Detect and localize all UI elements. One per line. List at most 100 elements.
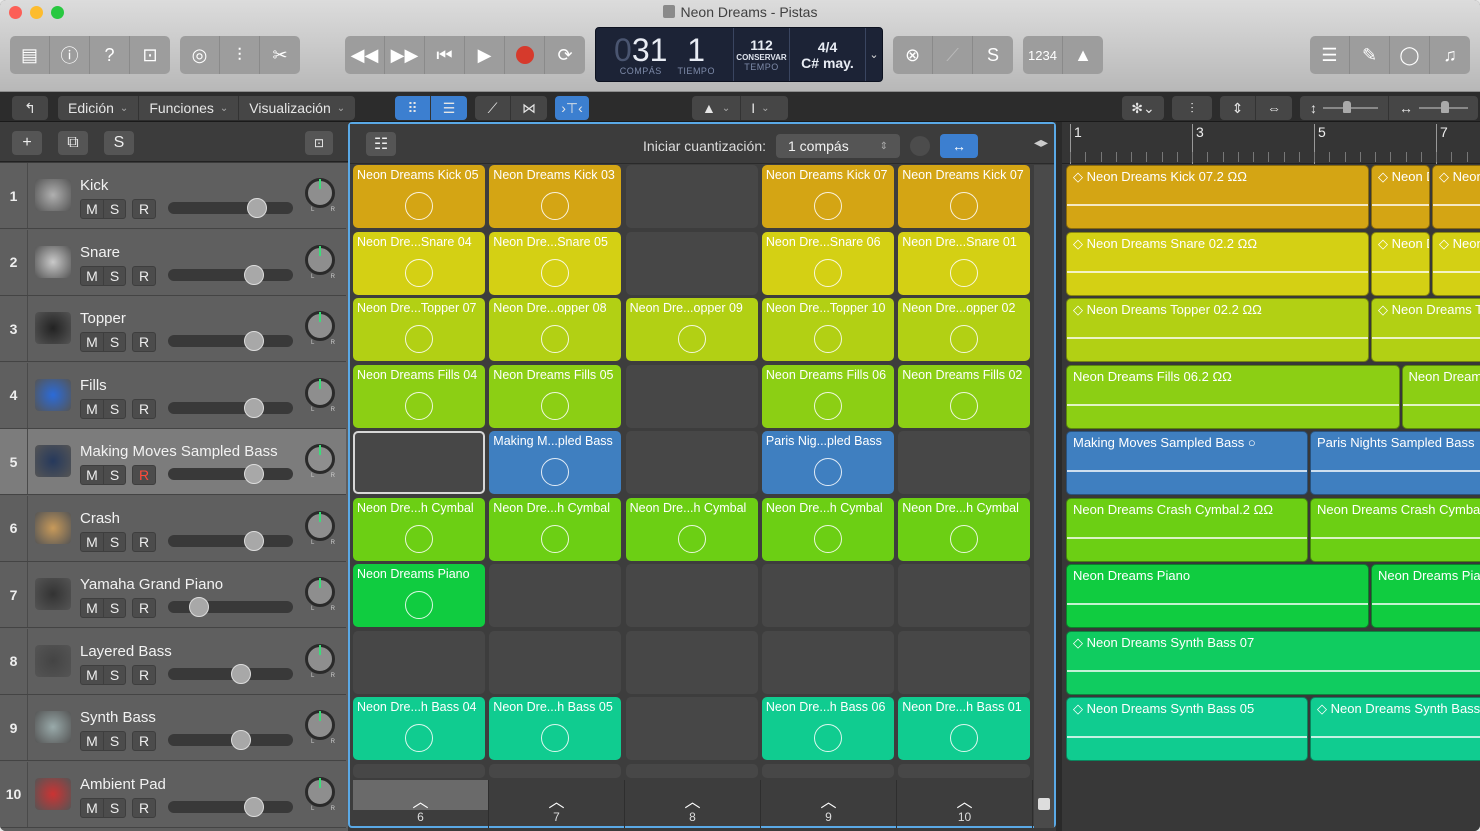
mute-button[interactable]: M [81, 732, 103, 750]
loop-cell[interactable]: Neon Dre...Snare 06 [761, 231, 894, 295]
gear-icon[interactable]: ✻⌄ [1122, 96, 1164, 120]
empty-cell[interactable] [761, 630, 894, 694]
catch-icon[interactable]: ›⊤‹ [555, 96, 589, 120]
volume-slider[interactable] [168, 597, 293, 617]
volume-slider[interactable] [168, 796, 293, 817]
track-region[interactable]: ◇ Neon Dreams Synth Bass 05 [1066, 697, 1308, 761]
loop-cell[interactable]: Neon Dreams Fills 05 [489, 364, 622, 428]
track-header-row[interactable]: 9 Synth Bass MS R LR [0, 695, 346, 761]
duplicate-track-button[interactable]: ⧉ [58, 131, 88, 155]
empty-cell[interactable] [353, 431, 485, 494]
solo-button[interactable]: S [103, 266, 125, 285]
track-header-row[interactable]: 5 Making Moves Sampled Bass MS R LR [0, 429, 346, 495]
count-in-button[interactable]: 1234 [1023, 36, 1063, 74]
track-header-row[interactable]: 2 Snare MS R LR [0, 229, 346, 296]
track-region[interactable]: ◇ Neon Dreams Topper 02.2 ΩΩ [1066, 298, 1369, 362]
track-region[interactable]: ◇ Neon Dreams Synth Bass 07 [1066, 630, 1480, 695]
loop-cell[interactable]: Neon Dreams Kick 07 [761, 165, 894, 228]
scene-trigger[interactable]: ︿ 6 [353, 780, 489, 828]
volume-knob[interactable] [243, 530, 264, 551]
mute-button[interactable]: M [81, 267, 103, 285]
volume-knob[interactable] [243, 264, 264, 285]
smart-controls-icon[interactable]: ⊡ [130, 36, 170, 74]
solo-button[interactable]: S [103, 732, 125, 750]
solo-button[interactable]: S [103, 532, 125, 551]
automation-icon[interactable]: ⟋ [475, 96, 511, 120]
stop-all-icon[interactable] [1038, 798, 1050, 810]
loop-cell[interactable]: Neon Dre...h Bass 05 [489, 697, 622, 760]
scene-trigger[interactable]: ︿ 7 [489, 780, 625, 828]
record-enable-button[interactable]: R [133, 333, 155, 351]
track-region[interactable]: ◇ Neon Dreams Kick 07.2 ΩΩ [1066, 165, 1369, 229]
quantize-select[interactable]: 1 compás ⇕ [776, 134, 900, 158]
track-region[interactable]: Neon Dreams Crash Cymbal [1310, 497, 1480, 562]
queue-stop-button[interactable] [910, 136, 930, 156]
loop-cell[interactable]: Neon Dre...h Bass 04 [353, 697, 485, 760]
empty-cell[interactable] [625, 165, 758, 228]
record-enable-button[interactable]: R [133, 267, 155, 285]
volume-slider[interactable] [168, 464, 293, 484]
mixer-icon[interactable]: ⫶ [220, 36, 260, 74]
volume-slider[interactable] [168, 198, 293, 218]
mute-button[interactable]: M [81, 666, 103, 684]
horizontal-zoom-slider[interactable]: ↔ [1389, 96, 1478, 120]
scene-trigger[interactable]: ︿ 10 [897, 780, 1033, 828]
mute-button[interactable]: M [81, 533, 103, 551]
track-region[interactable]: ◇ Neon Dreams T [1371, 298, 1480, 362]
loop-cell[interactable]: Making M...pled Bass [489, 431, 622, 494]
add-track-button[interactable]: + [12, 131, 42, 155]
record-enable-button[interactable]: R [133, 466, 155, 484]
solo-button[interactable]: S [103, 200, 125, 218]
loop-cell[interactable]: Neon Dreams Fills 06 [761, 364, 894, 428]
split-toggle-icon[interactable]: ◂▸ [1034, 134, 1048, 151]
loop-cell[interactable]: Neon Dre...h Cymbal [898, 497, 1031, 561]
metronome-icon[interactable]: ▲ [1063, 36, 1103, 74]
grid-follow-button[interactable]: ↔ [940, 134, 978, 158]
loop-cell[interactable]: Neon Dreams Piano [353, 564, 485, 627]
help-icon[interactable]: ? [90, 36, 130, 74]
loop-cell[interactable]: Neon Dreams Fills 02 [898, 364, 1031, 428]
replace-icon[interactable]: ⊗ [893, 36, 933, 74]
track-header-row[interactable]: 6 Crash MS R LR [0, 495, 346, 562]
track-header-row[interactable]: 3 Topper MS R LR [0, 296, 346, 362]
mute-button[interactable]: M [81, 799, 103, 817]
mute-button[interactable]: M [81, 599, 103, 617]
volume-knob[interactable] [231, 730, 251, 750]
go-to-start-icon[interactable]: ⏮ [425, 36, 465, 74]
record-icon[interactable] [505, 36, 545, 74]
scissors-icon[interactable]: ✂ [260, 36, 300, 74]
pan-knob[interactable]: LR [305, 776, 335, 812]
cell-inspector-icon[interactable]: ☷ [366, 132, 396, 156]
loop-cell[interactable]: Neon Dre...Topper 10 [761, 298, 894, 361]
record-enable-button[interactable]: R [133, 200, 155, 218]
track-region[interactable]: ◇ Neon Dreams Snare 02.2 ΩΩ [1066, 231, 1369, 296]
track-region[interactable]: ◇ Neon [1432, 165, 1480, 229]
loop-cell[interactable]: Neon Dre...Topper 07 [353, 298, 485, 361]
loop-cell[interactable]: Neon Dreams Kick 07 [898, 165, 1031, 228]
back-button[interactable]: ↰ [12, 96, 48, 120]
empty-cell[interactable] [761, 763, 894, 778]
track-header-row[interactable]: 7 Yamaha Grand Piano MS R LR [0, 562, 346, 628]
empty-cell[interactable] [353, 630, 485, 694]
empty-cell[interactable] [489, 564, 622, 627]
solo-button[interactable]: S [103, 466, 125, 484]
scene-trigger[interactable]: ︿ 8 [625, 780, 761, 828]
loop-cell[interactable]: Neon Dreams Fills 04 [353, 364, 485, 428]
loop-cell[interactable]: Neon Dre...opper 02 [898, 298, 1031, 361]
info-icon[interactable]: ⓘ [50, 36, 90, 74]
vertical-zoom-slider[interactable]: ↕ [1300, 96, 1389, 120]
loop-cell[interactable]: Neon Dreams Kick 05 [353, 165, 485, 228]
loop-cell[interactable]: Neon Dre...h Cymbal [353, 497, 485, 561]
volume-slider[interactable] [168, 331, 293, 351]
track-region[interactable]: Making Moves Sampled Bass ○ [1066, 431, 1308, 495]
empty-cell[interactable] [625, 364, 758, 428]
pan-knob[interactable]: LR [305, 311, 335, 346]
volume-slider[interactable] [168, 663, 293, 684]
volume-slider[interactable] [168, 530, 293, 551]
solo-button[interactable]: S [103, 665, 125, 684]
empty-cell[interactable] [898, 431, 1031, 494]
loop-cell[interactable]: Neon Dre...h Bass 01 [898, 697, 1031, 760]
vertical-scrollbar[interactable] [1034, 165, 1054, 828]
empty-cell[interactable] [898, 564, 1031, 627]
volume-knob[interactable] [243, 796, 264, 817]
